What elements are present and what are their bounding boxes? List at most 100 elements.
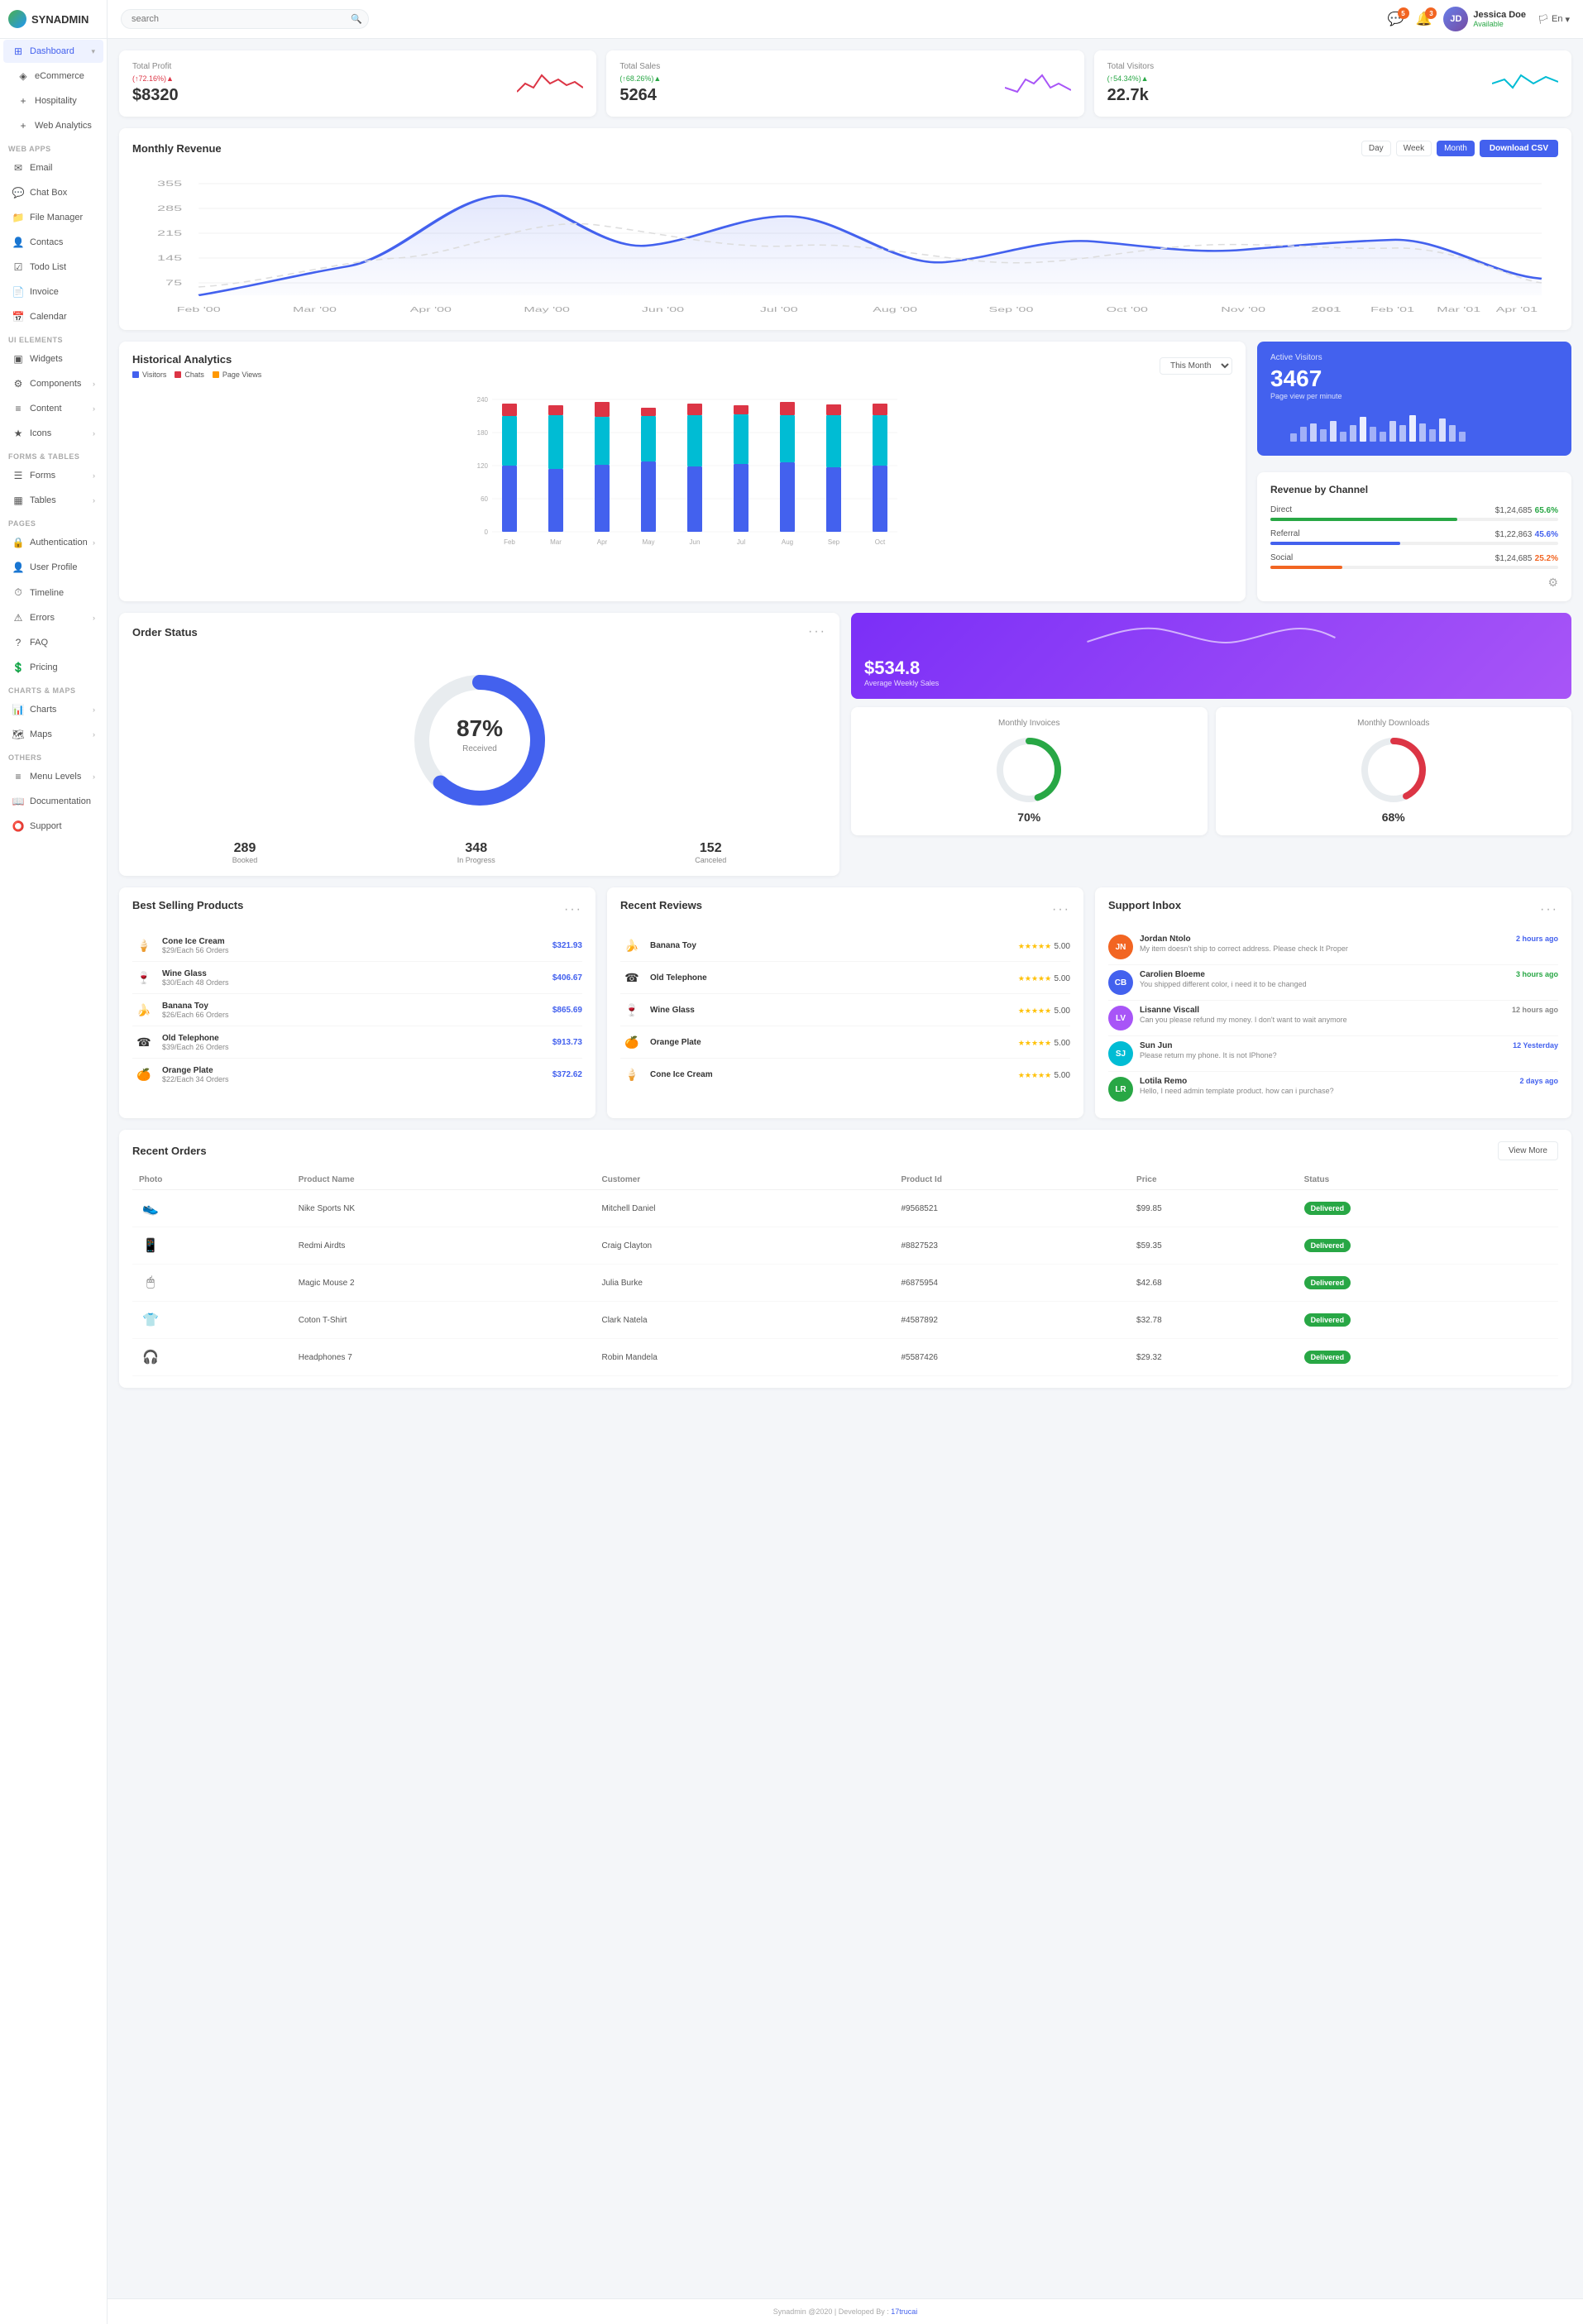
sidebar-item-ecommerce[interactable]: ◈ eCommerce xyxy=(3,65,103,88)
list-item: 🍌 Banana Toy $26/Each 66 Orders $865.69 xyxy=(132,994,582,1026)
support-icon: ⭕ xyxy=(12,820,25,832)
order-status-menu[interactable]: ··· xyxy=(808,624,826,639)
day-btn[interactable]: Day xyxy=(1361,141,1391,156)
sidebar-item-user-profile[interactable]: 👤 User Profile xyxy=(3,556,103,579)
svg-text:145: 145 xyxy=(157,254,182,262)
sidebar-item-authentication[interactable]: 🔒 Authentication › xyxy=(3,531,103,554)
weekly-sales-card: $534.8 Average Weekly Sales xyxy=(851,613,1571,699)
sales-mini-chart xyxy=(1005,67,1071,100)
list-item: 🍷 Wine Glass ★★★★★ 5.00 xyxy=(620,994,1070,1026)
svg-text:Oct: Oct xyxy=(875,538,886,546)
sidebar-item-file-manager[interactable]: 📁 File Manager xyxy=(3,206,103,229)
weekly-sales-amount: $534.8 xyxy=(864,658,1558,679)
analytics-header: Historical Analytics Visitors Chats xyxy=(132,353,1232,379)
settings-icon[interactable]: ⚙ xyxy=(1547,576,1558,589)
user-status: Available xyxy=(1473,20,1526,28)
reviews-menu[interactable]: ··· xyxy=(1052,902,1070,917)
language-selector[interactable]: 🏳 En ▾ xyxy=(1538,14,1570,25)
sidebar-item-pricing[interactable]: 💲 Pricing xyxy=(3,656,103,679)
support-inbox-card: Support Inbox ··· JN Jordan Ntolo My ite… xyxy=(1095,887,1571,1118)
table-row: 👟 Nike Sports NK Mitchell Daniel #956852… xyxy=(132,1190,1558,1227)
sidebar-item-support[interactable]: ⭕ Support xyxy=(3,815,103,838)
chevron-icon: ▾ xyxy=(91,47,95,56)
order-price: $59.35 xyxy=(1130,1227,1298,1265)
best-selling-menu[interactable]: ··· xyxy=(564,902,582,917)
sidebar-item-todo-list[interactable]: ☑ Todo List xyxy=(3,256,103,279)
inbox-menu[interactable]: ··· xyxy=(1540,902,1558,917)
messages-button[interactable]: 💬 5 xyxy=(1388,11,1404,27)
pricing-icon: 💲 xyxy=(12,662,25,673)
sidebar-item-timeline[interactable]: ⏱ Timeline xyxy=(3,581,103,605)
dashboard-icon: ⊞ xyxy=(12,45,25,57)
inbox-list: JN Jordan Ntolo My item doesn't ship to … xyxy=(1108,930,1558,1107)
invoice-icon: 📄 xyxy=(12,286,25,298)
product-icon: ☎ xyxy=(132,1030,155,1054)
sidebar-item-forms[interactable]: ☰ Forms › xyxy=(3,464,103,487)
sidebar-item-invoice[interactable]: 📄 Invoice xyxy=(3,280,103,304)
svg-text:Received: Received xyxy=(462,744,497,753)
sidebar-item-hospitality[interactable]: + Hospitality xyxy=(3,89,103,112)
this-month-select[interactable]: This Month xyxy=(1160,357,1232,375)
sidebar-item-dashboard[interactable]: ⊞ Dashboard ▾ xyxy=(3,40,103,63)
sidebar-item-maps[interactable]: 🗺 Maps › xyxy=(3,723,103,746)
svg-text:Jun: Jun xyxy=(690,538,701,546)
contacts-icon: 👤 xyxy=(12,237,25,248)
sidebar-item-content[interactable]: ≡ Content › xyxy=(3,397,103,420)
order-id: #4587892 xyxy=(894,1302,1130,1339)
visitors-mini-chart xyxy=(1492,67,1558,100)
review-icon: 🍊 xyxy=(620,1030,643,1054)
svg-text:60: 60 xyxy=(481,495,488,503)
week-btn[interactable]: Week xyxy=(1396,141,1432,156)
search-input[interactable] xyxy=(121,9,369,29)
product-name: Cone Ice Cream xyxy=(162,937,546,946)
notifications-button[interactable]: 🔔 3 xyxy=(1416,11,1432,27)
sidebar-item-tables[interactable]: ▦ Tables › xyxy=(3,489,103,512)
sidebar-item-documentation[interactable]: 📖 Documentation xyxy=(3,790,103,813)
list-item: 🍌 Banana Toy ★★★★★ 5.00 xyxy=(620,930,1070,962)
product-thumb: 🖱 xyxy=(139,1271,162,1294)
status-badge: Delivered xyxy=(1304,1276,1351,1289)
sidebar-item-chat-box[interactable]: 💬 Chat Box xyxy=(3,181,103,204)
sidebar-item-faq[interactable]: ? FAQ xyxy=(3,631,103,654)
sidebar-item-calendar[interactable]: 📅 Calendar xyxy=(3,305,103,328)
svg-text:Aug: Aug xyxy=(782,538,793,546)
revenue-controls: Day Week Month Download CSV xyxy=(1361,140,1558,157)
svg-text:Mar '00: Mar '00 xyxy=(293,306,337,313)
sidebar-item-contacts[interactable]: 👤 Contacs xyxy=(3,231,103,254)
product-thumb: 👟 xyxy=(139,1197,162,1220)
chevron-icon: › xyxy=(93,772,95,781)
sidebar-item-icons[interactable]: ★ Icons › xyxy=(3,422,103,445)
sidebar-item-web-analytics[interactable]: + Web Analytics xyxy=(3,114,103,137)
orders-table: Photo Product Name Customer Product Id P… xyxy=(132,1170,1558,1376)
list-item: LV Lisanne Viscall Can you please refund… xyxy=(1108,1001,1558,1036)
orders-title: Recent Orders xyxy=(132,1145,207,1157)
footer-link[interactable]: 17trucai xyxy=(891,2307,917,2316)
right-panel: Active Visitors 3467 Page view per minut… xyxy=(1257,342,1571,601)
svg-text:Nov '00: Nov '00 xyxy=(1221,306,1265,313)
content-icon: ≡ xyxy=(12,403,25,414)
list-item: ☎ Old Telephone $39/Each 26 Orders $913.… xyxy=(132,1026,582,1059)
sidebar-item-charts[interactable]: 📊 Charts › xyxy=(3,698,103,721)
legend-chats: Chats xyxy=(175,371,204,379)
sidebar-item-menu-levels[interactable]: ≡ Menu Levels › xyxy=(3,765,103,788)
sidebar-item-errors[interactable]: ⚠ Errors › xyxy=(3,606,103,629)
sidebar-item-email[interactable]: ✉ Email xyxy=(3,156,103,179)
download-csv-btn[interactable]: Download CSV xyxy=(1480,140,1558,157)
legend-pageviews: Page Views xyxy=(213,371,261,379)
stat-card-sales: Total Sales (↑68.26%)▲ 5264 xyxy=(606,50,1083,117)
todo-icon: ☑ xyxy=(12,261,25,273)
list-item: SJ Sun Jun Please return my phone. It is… xyxy=(1108,1036,1558,1072)
sidebar-item-components[interactable]: ⚙ Components › xyxy=(3,372,103,395)
profit-label: Total Profit xyxy=(132,62,179,71)
order-status-row: Order Status ··· 87% Received 289 xyxy=(119,613,1571,876)
weekly-sales-label: Average Weekly Sales xyxy=(864,679,1558,687)
order-id: #6875954 xyxy=(894,1265,1130,1302)
list-item: 🍊 Orange Plate ★★★★★ 5.00 xyxy=(620,1026,1070,1059)
view-more-btn[interactable]: View More xyxy=(1498,1141,1558,1160)
user-name: Jessica Doe xyxy=(1473,10,1526,20)
svg-text:75: 75 xyxy=(165,279,182,287)
user-menu-button[interactable]: JD Jessica Doe Available xyxy=(1443,7,1526,31)
month-btn[interactable]: Month xyxy=(1437,141,1475,156)
col-price: Price xyxy=(1130,1170,1298,1190)
sidebar-item-widgets[interactable]: ▣ Widgets xyxy=(3,347,103,371)
